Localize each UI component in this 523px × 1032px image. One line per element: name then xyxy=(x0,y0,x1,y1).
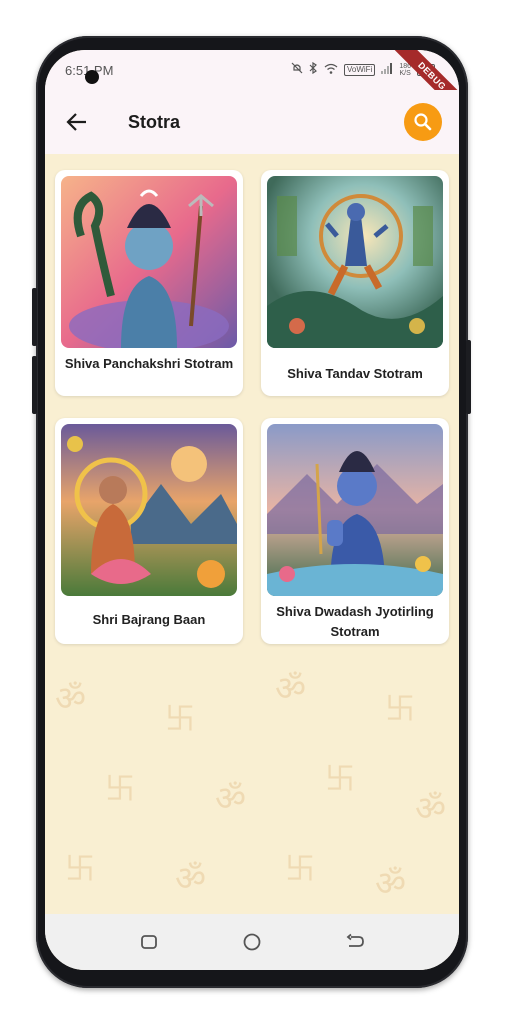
back-button[interactable] xyxy=(63,108,91,136)
stotra-card[interactable]: Shiva Panchakshri Stotram xyxy=(55,170,243,396)
arrow-left-icon xyxy=(66,113,86,131)
om-pattern: ॐ xyxy=(55,679,87,719)
phone-screen: 6:51 PM VoWiFi 186 K/S DEBUG Stotra ॐ 卐 … xyxy=(45,50,459,970)
om-pattern: 卐 xyxy=(165,702,195,737)
circle-icon xyxy=(243,933,261,951)
nataraja-image xyxy=(267,176,443,348)
back-arrow-icon xyxy=(346,933,364,947)
stotra-title: Shri Bajrang Baan xyxy=(92,612,206,627)
shiva-trident-image xyxy=(61,176,237,348)
om-pattern: 卐 xyxy=(285,852,315,887)
stotra-title: Shiva Panchakshri Stotram xyxy=(64,356,234,371)
stotra-card[interactable]: Shiva Tandav Stotram xyxy=(261,170,449,396)
om-pattern: 卐 xyxy=(325,762,355,797)
hanuman-image xyxy=(61,424,237,596)
om-pattern: 卐 xyxy=(105,772,135,807)
signal-icon xyxy=(381,62,393,77)
system-back-button[interactable] xyxy=(343,930,367,954)
stotra-title: Shiva Dwadash Jyotirling Stotram xyxy=(276,604,434,639)
front-camera xyxy=(85,70,99,84)
om-pattern: ॐ xyxy=(175,859,207,899)
vowifi-badge: VoWiFi xyxy=(343,63,376,76)
stotra-card[interactable]: Shiva Dwadash Jyotirling Stotram xyxy=(261,418,449,644)
om-pattern: ॐ xyxy=(415,789,447,829)
stotra-title: Shiva Tandav Stotram xyxy=(287,366,423,381)
om-pattern: 卐 xyxy=(65,852,95,887)
status-bar: 6:51 PM VoWiFi 186 K/S DEBUG xyxy=(45,50,459,121)
stotra-grid: ॐ 卐 ॐ 卐 卐 ॐ 卐 ॐ 卐 ॐ 卐 ॐ Shiva Panchakshr… xyxy=(45,154,459,914)
om-pattern: ॐ xyxy=(375,864,407,904)
system-nav-bar xyxy=(45,914,459,970)
search-icon xyxy=(414,113,432,131)
mute-icon xyxy=(291,62,303,77)
power-button xyxy=(466,340,471,414)
square-icon xyxy=(141,935,157,949)
page-title: Stotra xyxy=(128,112,181,132)
bluetooth-icon xyxy=(309,61,318,77)
om-pattern: ॐ xyxy=(215,779,247,819)
search-button[interactable] xyxy=(404,103,442,141)
recents-button[interactable] xyxy=(137,930,161,954)
volume-down-button xyxy=(32,356,37,414)
app-bar: Stotra xyxy=(45,90,459,154)
volume-up-button xyxy=(32,288,37,346)
shiva-river-image xyxy=(267,424,443,596)
om-pattern: 卐 xyxy=(385,692,415,727)
wifi-icon xyxy=(324,63,338,77)
stotra-card[interactable]: Shri Bajrang Baan xyxy=(55,418,243,644)
home-button[interactable] xyxy=(240,930,264,954)
om-pattern: ॐ xyxy=(275,669,307,709)
